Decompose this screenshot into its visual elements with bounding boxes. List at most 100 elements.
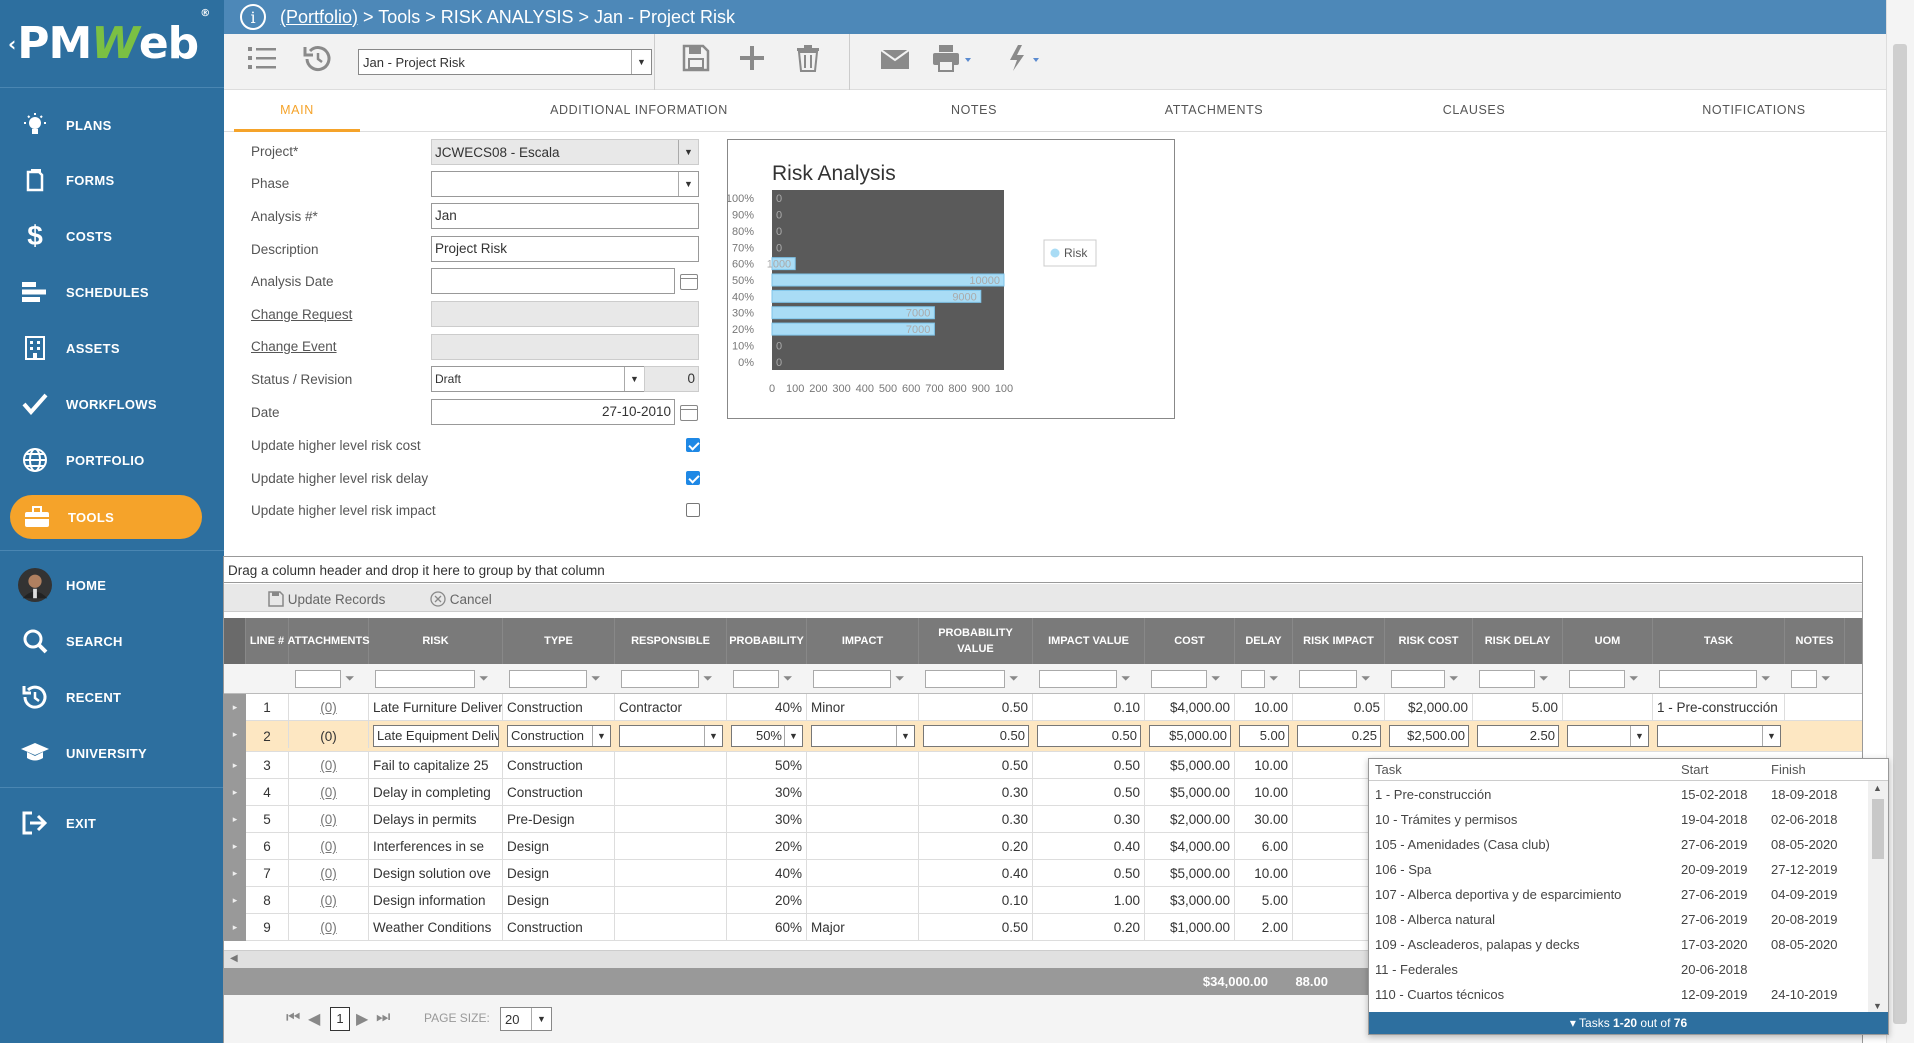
filter-icon[interactable]: ⏷ [1361, 671, 1371, 686]
sidebar-item-assets[interactable]: ASSETS [0, 326, 224, 370]
sidebar-item-search[interactable]: SEARCH [0, 619, 224, 663]
column-filter-input[interactable] [375, 670, 475, 688]
list-icon[interactable] [248, 44, 278, 81]
edit-rc-input[interactable]: $2,500.00 [1389, 725, 1469, 747]
column-header-12[interactable]: RISK IMPACT [1293, 618, 1385, 664]
sidebar-item-costs[interactable]: $ COSTS [0, 214, 224, 258]
column-header-7[interactable]: IMPACT [807, 618, 919, 664]
calendar-icon[interactable] [680, 405, 698, 421]
revision-input[interactable]: 0 [644, 366, 699, 392]
history-icon[interactable] [302, 44, 332, 81]
change-event-link[interactable]: Change Event [251, 339, 337, 354]
last-page-icon[interactable]: ⏭ [376, 1009, 390, 1027]
update-risk-cost-checkbox[interactable] [686, 438, 700, 452]
change-event-input[interactable] [431, 334, 699, 360]
change-request-link[interactable]: Change Request [251, 307, 352, 322]
task-option[interactable]: 11 - Federales 20-06-2018 [1369, 958, 1869, 983]
column-filter-input[interactable] [295, 670, 341, 688]
column-filter-input[interactable] [1569, 670, 1625, 688]
column-filter-input[interactable] [1151, 670, 1207, 688]
first-page-icon[interactable]: ⏮ [286, 1009, 300, 1027]
filter-icon[interactable]: ⏷ [703, 671, 713, 686]
row-expand-icon[interactable]: ▸ [224, 779, 246, 806]
row-expand-icon[interactable]: ▸ [224, 721, 246, 752]
edit-ri-input[interactable]: 0.25 [1297, 725, 1381, 747]
row-expand-icon[interactable]: ▸ [224, 914, 246, 941]
analysis-number-input[interactable]: Jan [431, 203, 699, 229]
column-filter-input[interactable] [509, 670, 587, 688]
filter-icon[interactable]: ⏷ [783, 671, 793, 686]
update-risk-delay-checkbox[interactable] [686, 471, 700, 485]
filter-icon[interactable]: ⏷ [345, 671, 355, 686]
column-filter-input[interactable] [1299, 670, 1357, 688]
breadcrumb-portfolio-link[interactable]: (Portfolio) [280, 7, 358, 27]
sidebar-item-tools[interactable]: TOOLS [10, 495, 202, 539]
tab-notifications[interactable]: NOTIFICATIONS [1674, 90, 1834, 132]
chevron-down-icon[interactable]: ▼ [704, 726, 722, 746]
chevron-down-icon[interactable]: ▼ [1762, 726, 1780, 746]
task-option[interactable]: 108 - Alberca natural 27-06-2019 20-08-201… [1369, 908, 1869, 933]
edit-iv-input[interactable]: 0.50 [1037, 725, 1141, 747]
calendar-icon[interactable] [680, 274, 698, 290]
task-option[interactable]: 10 - Trámites y permisos 19-04-2018 02-06-… [1369, 808, 1869, 833]
filter-icon[interactable]: ⏷ [1761, 671, 1771, 686]
task-option[interactable]: 107 - Alberca deportiva y de esparcimien… [1369, 883, 1869, 908]
filter-icon[interactable]: ⏷ [1269, 671, 1279, 686]
edit-resp-input[interactable]: ▼ [619, 725, 723, 747]
column-header-8[interactable]: PROBABILITY VALUE [919, 618, 1033, 664]
cell-att[interactable]: (0) [289, 779, 369, 806]
sidebar-item-recent[interactable]: RECENT [0, 675, 224, 719]
description-input[interactable]: Project Risk [431, 236, 699, 262]
task-dropdown-scrollbar-thumb[interactable] [1872, 799, 1884, 859]
page-size-select[interactable]: 20 ▼ [500, 1007, 552, 1031]
row-expand-icon[interactable]: ▸ [224, 752, 246, 779]
sidebar-item-schedules[interactable]: SCHEDULES [0, 270, 224, 314]
column-header-2[interactable]: ATTACHMENTS [287, 618, 370, 664]
pmweb-logo[interactable]: ‹ PM Web ® [0, 0, 224, 88]
column-header-1[interactable]: LINE # [246, 618, 289, 664]
row-expand-icon[interactable]: ▸ [224, 887, 246, 914]
sidebar-item-exit[interactable]: EXIT [0, 801, 224, 845]
previous-page-icon[interactable]: ◀ [308, 1009, 320, 1029]
column-filter-input[interactable] [1241, 670, 1265, 688]
column-header-5[interactable]: RESPONSIBLE [615, 618, 727, 664]
sidebar-item-plans[interactable]: PLANS [0, 103, 224, 147]
filter-icon[interactable]: ⏷ [1121, 671, 1131, 686]
column-header-9[interactable]: IMPACT VALUE [1033, 618, 1145, 664]
update-records-button[interactable]: Update Records [268, 591, 385, 607]
cell-att[interactable]: (0) [289, 752, 369, 779]
filter-icon[interactable]: ⏷ [1009, 671, 1019, 686]
lightning-icon[interactable] [1004, 44, 1044, 81]
trash-icon[interactable] [796, 44, 820, 81]
column-filter-input[interactable] [1791, 670, 1817, 688]
row-expand-icon[interactable]: ▸ [224, 806, 246, 833]
chevron-down-icon[interactable]: ▼ [896, 726, 914, 746]
column-header-3[interactable]: RISK [369, 618, 503, 664]
print-icon[interactable] [932, 44, 972, 81]
edit-impact-input[interactable]: ▼ [811, 725, 915, 747]
task-option[interactable]: 106 - Spa 20-09-2019 27-12-2019 [1369, 858, 1869, 883]
update-risk-impact-checkbox[interactable] [686, 503, 700, 517]
sidebar-item-home[interactable]: HOME [0, 563, 224, 607]
edit-rd-input[interactable]: 2.50 [1477, 725, 1559, 747]
edit-prob-input[interactable]: 50% ▼ [731, 725, 803, 747]
tab-notes[interactable]: NOTES [914, 90, 1034, 132]
task-option[interactable]: 1 - Pre-construcción 15-02-2018 18-09-2018 [1369, 783, 1869, 808]
page-scrollbar-thumb[interactable] [1893, 44, 1907, 1024]
row-expand-icon[interactable]: ▸ [224, 860, 246, 887]
page-number[interactable]: 1 [330, 1007, 350, 1031]
column-header-10[interactable]: COST [1145, 618, 1235, 664]
edit-delay-input[interactable]: 5.00 [1239, 725, 1289, 747]
filter-icon[interactable]: ⏷ [1211, 671, 1221, 686]
cell-att[interactable]: (0) [289, 887, 369, 914]
filter-icon[interactable]: ⏷ [1449, 671, 1459, 686]
record-select[interactable]: Jan - Project Risk ▼ [358, 49, 652, 75]
save-icon[interactable] [682, 44, 710, 81]
edit-uom-input[interactable]: ▼ [1567, 725, 1649, 747]
task-option[interactable]: 105 - Amenidades (Casa club) 27-06-2019 08… [1369, 833, 1869, 858]
row-expand-icon[interactable]: ▸ [224, 694, 246, 721]
filter-icon[interactable]: ⏷ [1539, 671, 1549, 686]
edit-task-input[interactable]: ▼ [1657, 725, 1781, 747]
tab-clauses[interactable]: CLAUSES [1414, 90, 1534, 132]
page-scrollbar[interactable] [1886, 0, 1914, 1043]
